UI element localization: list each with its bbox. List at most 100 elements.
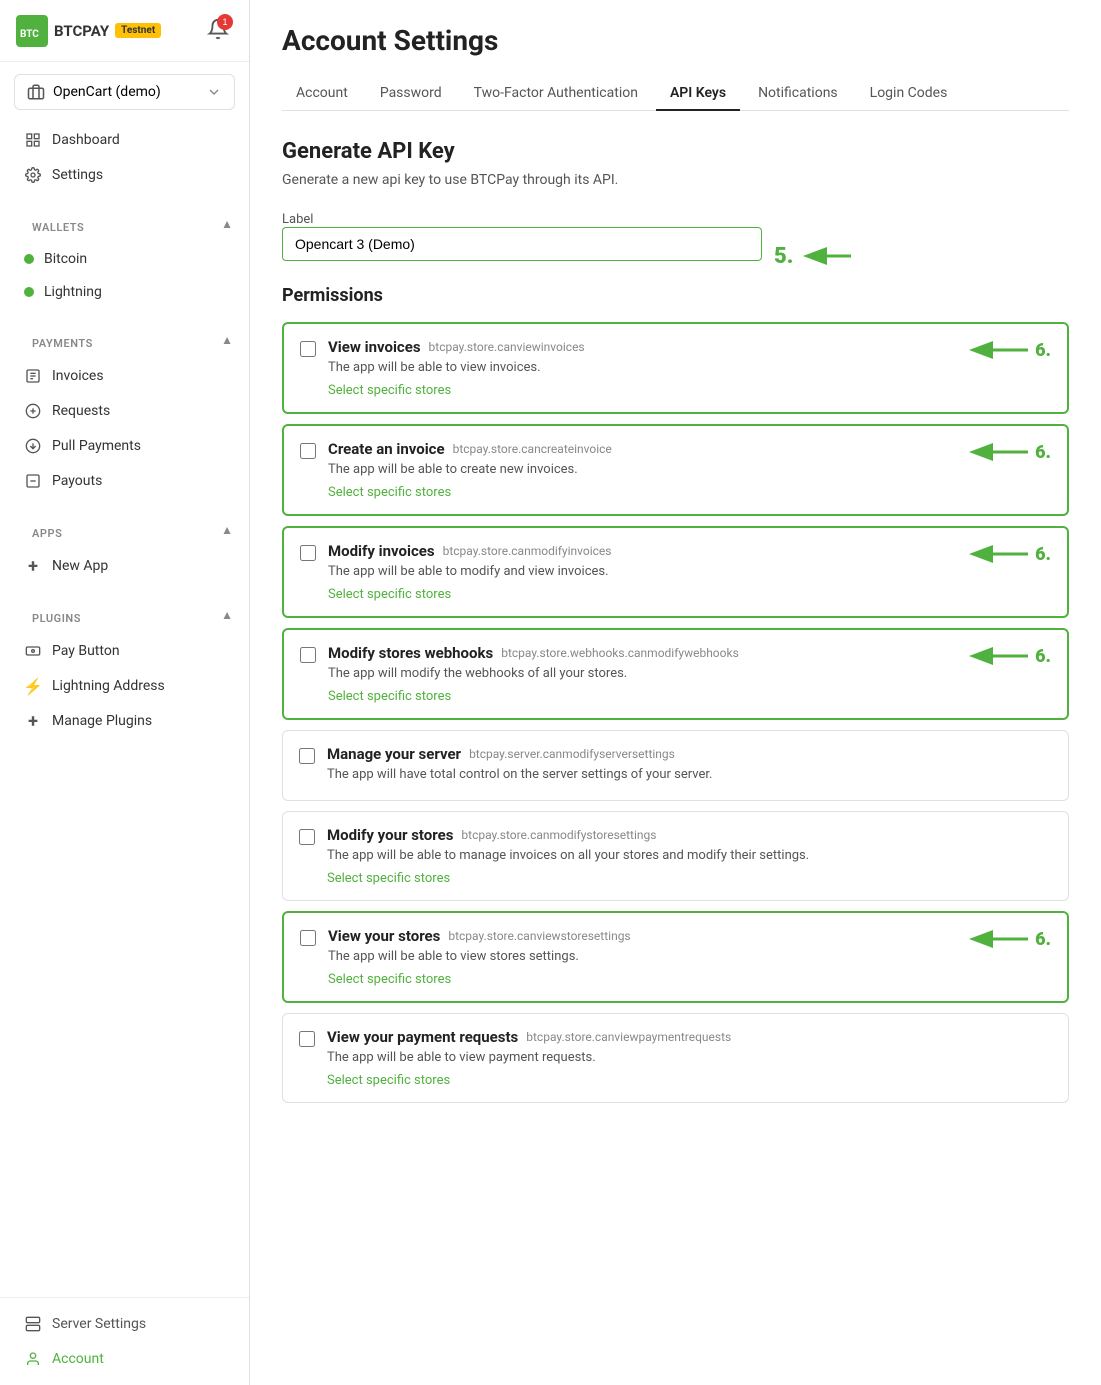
sidebar-item-server-settings[interactable]: Server Settings [8,1307,241,1341]
tab-two-factor[interactable]: Two-Factor Authentication [460,77,652,111]
permission-checkbox-modify-webhooks[interactable] [300,647,316,663]
permission-item-modify-invoices: Modify invoices btcpay.store.canmodifyin… [282,526,1069,618]
dashboard-label: Dashboard [52,132,120,148]
permission-link-modify-invoices[interactable]: Select specific stores [328,587,451,602]
requests-icon [24,402,42,420]
permission-checkbox-view-payment-requests[interactable] [299,1031,315,1047]
permission-link-modify-webhooks[interactable]: Select specific stores [328,689,451,704]
permission-checkbox-view-stores[interactable] [300,930,316,946]
permission-title-row-view-invoices: View invoices btcpay.store.canviewinvoic… [328,338,951,356]
sidebar-item-new-app[interactable]: + New App [8,549,241,583]
account-label: Account [52,1351,104,1367]
permission-desc-manage-server: The app will have total control on the s… [327,767,1052,782]
sidebar-item-pay-button[interactable]: Pay Button [8,634,241,668]
permission-content-create-invoice: Create an invoice btcpay.store.cancreate… [328,440,951,500]
permission-name-modify-webhooks: Modify stores webhooks [328,644,493,662]
annotation-6-modify-webhooks: 6. [963,644,1051,668]
wallets-toggle-icon[interactable]: ▲ [221,217,233,231]
annotation-6-view-invoices: 6. [963,338,1051,362]
lightning-address-icon: ⚡ [24,677,42,695]
annotation-6-create-invoice: 6. [963,440,1051,464]
permission-title-row-view-payment-requests: View your payment requests btcpay.store.… [327,1028,1052,1046]
permission-desc-create-invoice: The app will be able to create new invoi… [328,462,951,477]
tabs-bar: Account Password Two-Factor Authenticati… [282,77,1069,111]
permission-link-modify-stores[interactable]: Select specific stores [327,871,450,886]
notification-button[interactable]: 1 [203,14,233,47]
pay-button-label: Pay Button [52,643,120,659]
permission-content-view-payment-requests: View your payment requests btcpay.store.… [327,1028,1052,1088]
tab-password[interactable]: Password [366,77,456,111]
plugins-section-header: PLUGINS ▲ [0,592,249,633]
apps-label: APPS [16,515,78,544]
annotation-6-modify-invoices: 6. [963,542,1051,566]
tab-notifications[interactable]: Notifications [744,77,852,111]
permission-name-view-payment-requests: View your payment requests [327,1028,518,1046]
pull-payments-icon [24,437,42,455]
wallets-label: WALLETS [16,209,100,238]
store-selector[interactable]: OpenCart (demo) [14,74,235,110]
apps-section: APPS ▲ + New App [0,507,249,592]
sidebar-item-lightning-address[interactable]: ⚡ Lightning Address [8,669,241,703]
permission-checkbox-modify-stores[interactable] [299,829,315,845]
permission-link-view-stores[interactable]: Select specific stores [328,972,451,987]
lightning-address-label: Lightning Address [52,678,165,694]
permission-item-view-stores: View your stores btcpay.store.canviewsto… [282,911,1069,1003]
nav-section-main: Dashboard Settings [0,122,249,201]
permission-item-modify-webhooks: Modify stores webhooks btcpay.store.webh… [282,628,1069,720]
payments-toggle-icon[interactable]: ▲ [221,333,233,347]
testnet-badge: Testnet [115,23,161,38]
pull-payments-label: Pull Payments [52,438,141,454]
sidebar-item-invoices[interactable]: Invoices [8,359,241,393]
tab-login-codes[interactable]: Login Codes [856,77,962,111]
permission-name-modify-invoices: Modify invoices [328,542,435,560]
permission-desc-view-payment-requests: The app will be able to view payment req… [327,1050,1052,1065]
btcpay-logo: BTC [16,15,48,47]
sidebar-item-lightning[interactable]: Lightning [8,276,241,308]
payments-section-header: PAYMENTS ▲ [0,317,249,358]
sidebar-item-account[interactable]: Account [8,1342,241,1376]
plugins-toggle-icon[interactable]: ▲ [221,608,233,622]
settings-label: Settings [52,167,103,183]
tab-api-keys[interactable]: API Keys [656,77,740,111]
tab-account[interactable]: Account [282,77,362,111]
label-input-row: 5. [282,227,1069,285]
sidebar-item-dashboard[interactable]: Dashboard [8,123,241,157]
payments-label: PAYMENTS [16,325,109,354]
sidebar-item-bitcoin[interactable]: Bitcoin [8,243,241,275]
sidebar-item-manage-plugins[interactable]: + Manage Plugins [8,704,241,738]
settings-icon [24,166,42,184]
sidebar-item-payouts[interactable]: Payouts [8,464,241,498]
apps-toggle-icon[interactable]: ▲ [221,523,233,537]
permission-title-row-modify-stores: Modify your stores btcpay.store.canmodif… [327,826,1052,844]
permission-link-create-invoice[interactable]: Select specific stores [328,485,451,500]
permission-link-view-payment-requests[interactable]: Select specific stores [327,1073,450,1088]
permission-title-row-modify-webhooks: Modify stores webhooks btcpay.store.webh… [328,644,951,662]
sidebar-item-pull-payments[interactable]: Pull Payments [8,429,241,463]
svg-text:BTC: BTC [20,29,39,40]
wallets-section: WALLETS ▲ Bitcoin Lightning [0,201,249,317]
permission-code-view-invoices: btcpay.store.canviewinvoices [429,340,585,354]
apps-section-header: APPS ▲ [0,507,249,548]
permission-checkbox-modify-invoices[interactable] [300,545,316,561]
plugins-section: PLUGINS ▲ Pay Button ⚡ Lightning Address… [0,592,249,747]
requests-label: Requests [52,403,110,419]
sidebar-item-requests[interactable]: Requests [8,394,241,428]
permission-desc-view-invoices: The app will be able to view invoices. [328,360,951,375]
permission-desc-modify-invoices: The app will be able to modify and view … [328,564,951,579]
permission-title-row-modify-invoices: Modify invoices btcpay.store.canmodifyin… [328,542,951,560]
label-input[interactable] [282,227,762,261]
permission-checkbox-create-invoice[interactable] [300,443,316,459]
page-title: Account Settings [282,24,1069,57]
label-field-container: Label 5. [282,208,1069,285]
permissions-list: View invoices btcpay.store.canviewinvoic… [282,322,1069,1103]
permission-code-modify-invoices: btcpay.store.canmodifyinvoices [443,544,612,558]
wallets-section-header: WALLETS ▲ [0,201,249,242]
permission-checkbox-manage-server[interactable] [299,748,315,764]
permission-link-view-invoices[interactable]: Select specific stores [328,383,451,398]
permission-content-modify-webhooks: Modify stores webhooks btcpay.store.webh… [328,644,951,704]
arrow-5-svg [801,241,861,271]
permission-checkbox-view-invoices[interactable] [300,341,316,357]
generate-api-key-section: Generate API Key Generate a new api key … [282,139,1069,1103]
permission-code-view-stores: btcpay.store.canviewstoresettings [448,929,630,943]
sidebar-item-settings[interactable]: Settings [8,158,241,192]
